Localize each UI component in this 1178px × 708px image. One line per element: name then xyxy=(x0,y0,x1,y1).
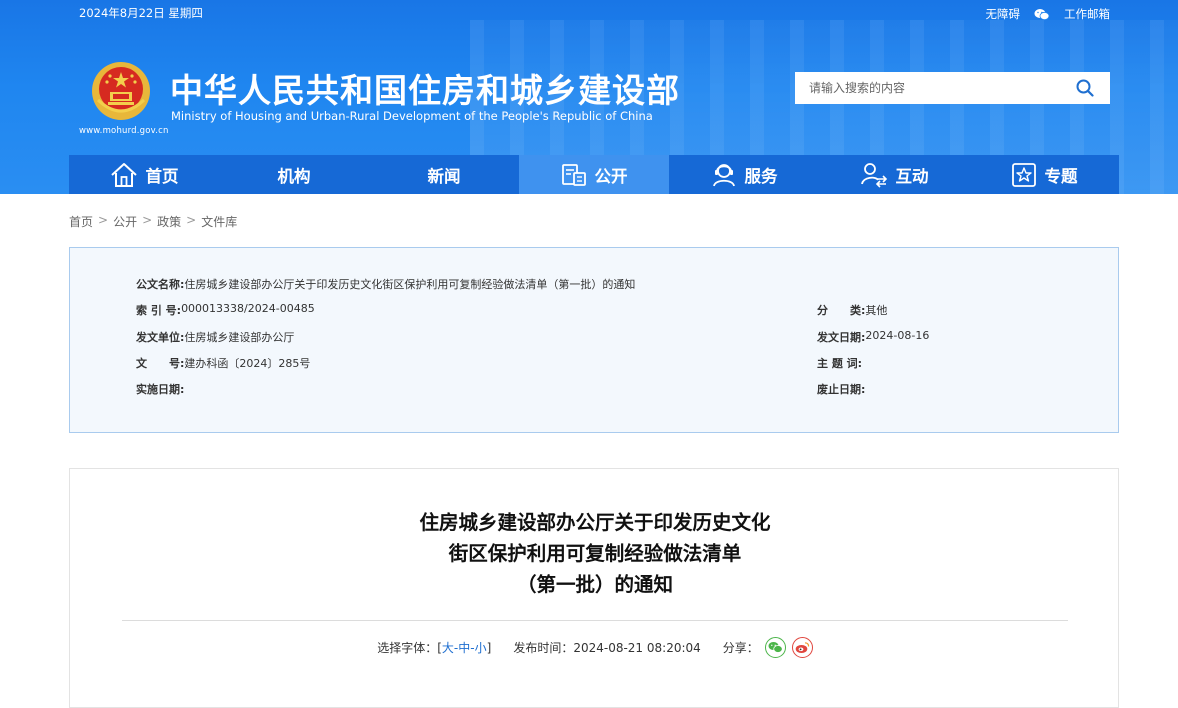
nav-item-label: 机构 xyxy=(277,166,311,186)
breadcrumb-policy[interactable]: 政策 xyxy=(157,213,181,230)
font-size-label: 选择字体：[ xyxy=(377,641,442,655)
nav-item-label: 互动 xyxy=(895,166,929,186)
info-expiry-date: 废止日期: xyxy=(817,381,865,397)
breadcrumb-library[interactable]: 文件库 xyxy=(201,213,237,230)
nav-item-label: 公开 xyxy=(594,166,628,186)
site-title-en: Ministry of Housing and Urban-Rural Deve… xyxy=(171,109,653,123)
info-label: 实施日期: xyxy=(136,383,185,396)
font-size-large-button[interactable]: 大 xyxy=(442,639,454,656)
article-title: 住房城乡建设部办公厅关于印发历史文化 街区保护利用可复制经验做法清单 （第一批）… xyxy=(70,507,1120,600)
logo-url-text: www.mohurd.gov.cn xyxy=(79,126,169,136)
top-links: 无障碍 工作邮箱 xyxy=(986,6,1111,22)
info-label: 发文单位: xyxy=(136,331,185,344)
info-label: 分 类: xyxy=(817,304,866,317)
nav-item-label: 新闻 xyxy=(427,166,461,186)
nav-item-organization[interactable]: 机构 xyxy=(219,155,369,194)
info-label: 废止日期: xyxy=(817,383,866,396)
breadcrumb: 首页 > 公开 > 政策 > 文件库 xyxy=(69,213,237,230)
site-title-cn: 中华人民共和国住房和城乡建设部 xyxy=(170,71,680,110)
font-size-close-bracket: ] xyxy=(486,640,492,655)
national-emblem-logo[interactable] xyxy=(90,60,152,122)
document-icon xyxy=(561,163,586,186)
font-size-small-button[interactable]: 小 xyxy=(475,639,487,656)
info-value: 建办科函〔2024〕285号 xyxy=(184,357,311,370)
home-icon xyxy=(110,162,137,187)
article-panel: 住房城乡建设部办公厅关于印发历史文化 街区保护利用可复制经验做法清单 （第一批）… xyxy=(69,468,1119,708)
info-issue-date: 发文日期: 2024-08-16 xyxy=(817,329,929,345)
info-category: 分 类: 其他 xyxy=(817,302,887,318)
info-doc-number: 文 号: 建办科函〔2024〕285号 xyxy=(136,355,310,371)
article-title-line: （第一批）的通知 xyxy=(516,573,673,596)
publish-time-label: 发布时间： xyxy=(513,641,574,655)
info-label: 公文名称: xyxy=(136,278,185,291)
info-label: 文 号: xyxy=(136,357,185,370)
main-nav: 首页 机构 新闻 公开 服务 互动 专题 xyxy=(69,155,1119,194)
nav-item-interaction[interactable]: 互动 xyxy=(819,155,969,194)
nav-item-public[interactable]: 公开 xyxy=(519,155,669,194)
publish-time-value: 2024-08-21 08:20:04 xyxy=(573,640,701,655)
star-icon xyxy=(1011,162,1036,187)
nav-item-news[interactable]: 新闻 xyxy=(369,155,519,194)
article-title-line: 住房城乡建设部办公厅关于印发历史文化 xyxy=(419,511,771,534)
search-input[interactable] xyxy=(795,73,1060,103)
info-doc-name: 公文名称: 住房城乡建设部办公厅关于印发历史文化街区保护利用可复制经验做法清单（… xyxy=(136,276,635,292)
nav-item-label: 服务 xyxy=(744,166,778,186)
breadcrumb-public[interactable]: 公开 xyxy=(113,213,137,230)
service-user-icon xyxy=(712,163,735,186)
info-label: 索 引 号: xyxy=(136,304,182,317)
info-value: 000013338/2024-00485 xyxy=(181,302,315,315)
info-value: 2024-08-16 xyxy=(865,329,930,342)
article-title-line: 街区保护利用可复制经验做法清单 xyxy=(448,542,742,565)
interact-user-icon xyxy=(860,162,887,188)
info-index-number: 索 引 号: 000013338/2024-00485 xyxy=(136,302,315,318)
work-mail-link[interactable]: 工作邮箱 xyxy=(1064,6,1110,22)
info-effective-date: 实施日期: xyxy=(136,381,184,397)
nav-item-home[interactable]: 首页 xyxy=(69,155,219,194)
wechat-share-icon[interactable] xyxy=(764,637,786,658)
search-box xyxy=(795,72,1110,104)
info-value: 住房城乡建设部办公厅 xyxy=(184,331,295,344)
header-date: 2024年8月22日 星期四 xyxy=(79,6,203,20)
share-label: 分享： xyxy=(722,641,759,655)
nav-item-label: 首页 xyxy=(145,166,179,186)
info-label: 主 题 词: xyxy=(817,357,863,370)
document-info-box: 公文名称: 住房城乡建设部办公厅关于印发历史文化街区保护利用可复制经验做法清单（… xyxy=(69,247,1119,433)
info-label: 发文日期: xyxy=(817,331,866,344)
weibo-share-icon[interactable] xyxy=(791,637,813,658)
breadcrumb-separator: > xyxy=(142,213,153,227)
info-subject: 主 题 词: xyxy=(817,355,862,371)
breadcrumb-home[interactable]: 首页 xyxy=(69,213,93,230)
nav-item-topics[interactable]: 专题 xyxy=(969,155,1119,194)
wechat-icon[interactable] xyxy=(1034,8,1050,21)
breadcrumb-separator: > xyxy=(186,213,197,227)
article-meta: 选择字体：[ 大 - 中 - 小 ] 发布时间： 2024-08-21 08:2… xyxy=(70,637,1120,658)
font-size-medium-button[interactable]: 中 xyxy=(458,639,470,656)
nav-item-service[interactable]: 服务 xyxy=(669,155,819,194)
info-value: 住房城乡建设部办公厅关于印发历史文化街区保护利用可复制经验做法清单（第一批）的通… xyxy=(184,278,636,291)
info-issuer: 发文单位: 住房城乡建设部办公厅 xyxy=(136,329,294,345)
info-value: 其他 xyxy=(865,304,888,317)
accessibility-link[interactable]: 无障碍 xyxy=(986,6,1021,22)
title-divider xyxy=(122,620,1068,621)
search-button[interactable] xyxy=(1060,72,1110,104)
breadcrumb-separator: > xyxy=(98,213,109,227)
site-header: 2024年8月22日 星期四 无障碍 工作邮箱 www.mohurd.gov.c… xyxy=(0,0,1178,194)
search-icon xyxy=(1076,79,1094,97)
nav-item-label: 专题 xyxy=(1044,166,1078,186)
